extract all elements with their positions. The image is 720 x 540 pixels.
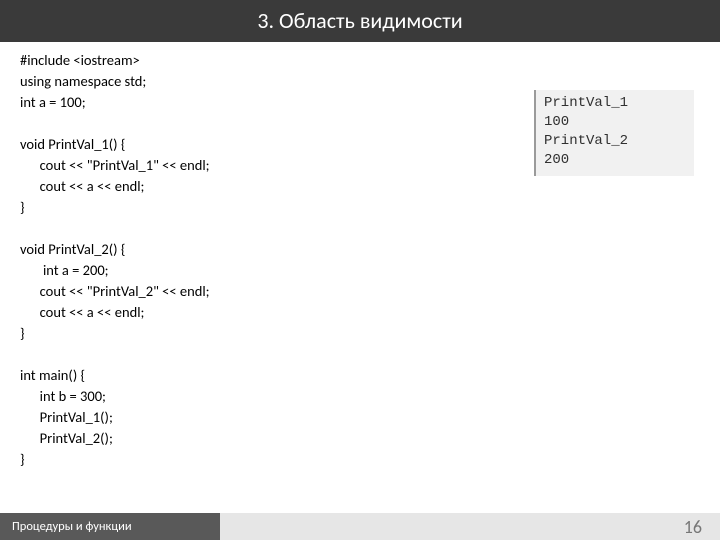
page-number: 16 — [674, 513, 720, 540]
footer-spacer — [220, 513, 674, 540]
footer-label: Процедуры и функции — [0, 513, 220, 540]
footer: Процедуры и функции 16 — [0, 513, 720, 540]
slide-title: 3. Область видимости — [0, 0, 720, 42]
program-output: PrintVal_1 100 PrintVal_2 200 — [534, 90, 694, 176]
